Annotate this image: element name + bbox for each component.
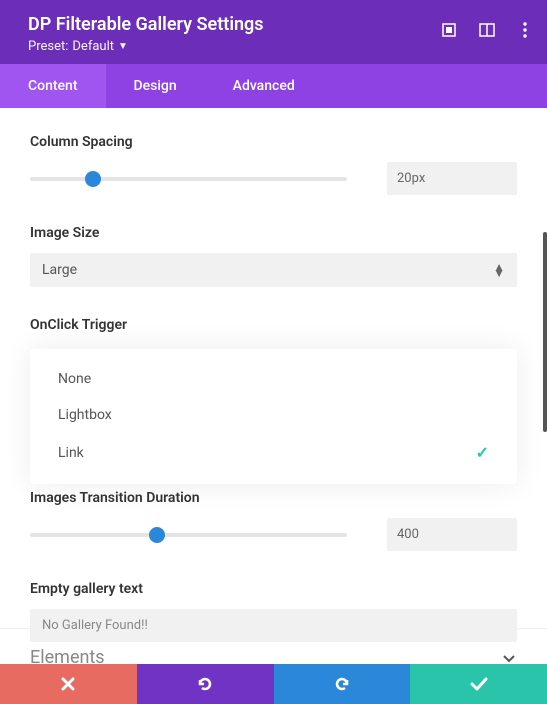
column-spacing-control: 20px (30, 162, 517, 195)
preset-selector[interactable]: Preset: Default ▼ (28, 39, 519, 54)
undo-button[interactable] (137, 664, 274, 704)
column-spacing-label: Column Spacing (30, 134, 517, 150)
image-size-label: Image Size (30, 225, 517, 241)
transition-duration-slider[interactable] (30, 533, 347, 537)
slider-thumb[interactable] (85, 171, 101, 187)
scrollbar-thumb[interactable] (543, 232, 547, 432)
tabs: Content Design Advanced (0, 64, 547, 108)
column-spacing-value[interactable]: 20px (387, 162, 517, 195)
tab-design[interactable]: Design (106, 64, 205, 108)
select-arrows-icon: ▲▼ (493, 264, 505, 276)
column-spacing-slider[interactable] (30, 177, 347, 181)
preset-label: Preset: (28, 39, 68, 54)
transition-duration-control: 400 (30, 518, 517, 551)
panel-icon[interactable] (479, 22, 495, 38)
responsive-icon[interactable] (441, 22, 457, 38)
tab-content[interactable]: Content (0, 64, 106, 108)
preset-value: Default (72, 39, 114, 54)
header-actions (441, 22, 533, 38)
empty-text-label: Empty gallery text (30, 581, 517, 597)
save-button[interactable] (410, 664, 547, 704)
cancel-button[interactable] (0, 664, 137, 704)
tab-advanced[interactable]: Advanced (205, 64, 323, 108)
check-icon: ✓ (476, 443, 489, 462)
option-link[interactable]: Link ✓ (30, 433, 517, 472)
empty-text-input[interactable]: No Gallery Found!! (30, 609, 517, 642)
onclick-trigger-label: OnClick Trigger (30, 317, 517, 333)
image-size-select[interactable]: Large ▲▼ (30, 253, 517, 287)
settings-header: DP Filterable Gallery Settings Preset: D… (0, 0, 547, 64)
more-icon[interactable] (517, 22, 533, 38)
caret-down-icon: ▼ (118, 41, 128, 52)
option-none[interactable]: None (30, 361, 517, 397)
option-label: Link (58, 445, 84, 461)
onclick-trigger-dropdown: None Lightbox Link ✓ (30, 349, 517, 484)
footer-actions (0, 664, 547, 704)
transition-duration-label: Images Transition Duration (30, 490, 517, 506)
content-panel: Column Spacing 20px Image Size Large ▲▼ … (0, 108, 547, 628)
option-label: None (58, 371, 91, 387)
option-label: Lightbox (58, 407, 112, 423)
option-lightbox[interactable]: Lightbox (30, 397, 517, 433)
transition-duration-value[interactable]: 400 (387, 518, 517, 551)
image-size-value: Large (42, 262, 77, 278)
redo-button[interactable] (274, 664, 411, 704)
slider-thumb[interactable] (149, 527, 165, 543)
